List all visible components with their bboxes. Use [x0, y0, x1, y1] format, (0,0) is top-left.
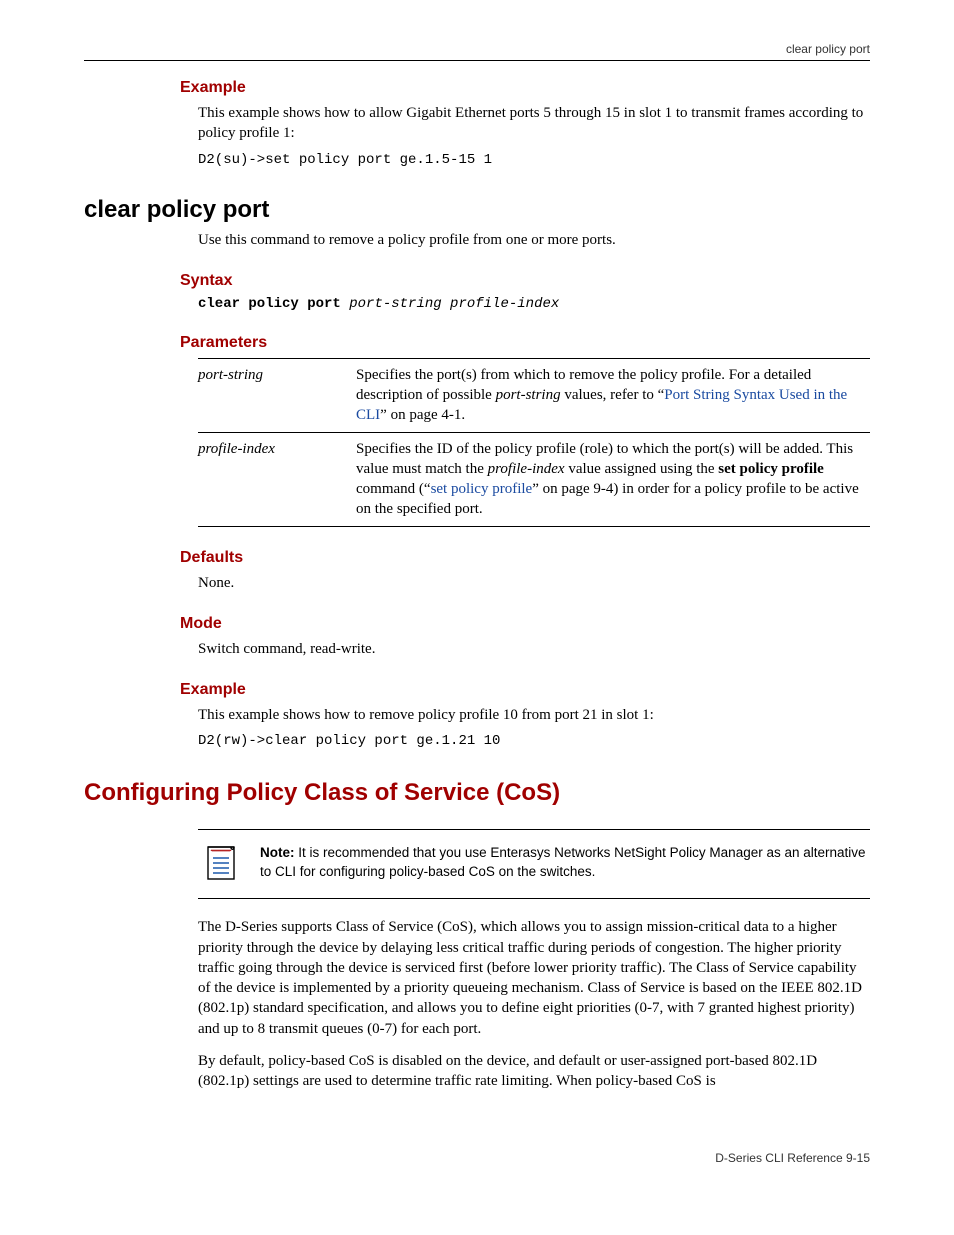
cos-paragraph-1: The D-Series supports Class of Service (… — [198, 917, 870, 1039]
note-text: Note: It is recommended that you use Ent… — [246, 844, 870, 882]
param-text: command (“ — [356, 481, 431, 497]
cross-ref-link[interactable]: set policy profile — [431, 481, 533, 497]
parameters-heading: Parameters — [180, 334, 870, 352]
param-term: port-string — [198, 358, 356, 432]
table-row: profile-index Specifies the ID of the po… — [198, 432, 870, 526]
defaults-heading: Defaults — [180, 549, 870, 567]
defaults-text: None. — [198, 573, 870, 593]
section-title: Configuring Policy Class of Service (CoS… — [84, 779, 870, 807]
param-italic: port-string — [496, 387, 561, 403]
note-label: Note: — [260, 845, 295, 860]
page-footer: D-Series CLI Reference 9-15 — [84, 1151, 870, 1165]
note-body: It is recommended that you use Enterasys… — [260, 845, 866, 879]
param-text: value assigned using the — [565, 461, 719, 477]
syntax-bold: clear policy port — [198, 296, 349, 312]
command-intro: Use this command to remove a policy prof… — [198, 230, 870, 250]
example-text-2: This example shows how to remove policy … — [198, 705, 870, 725]
mode-text: Switch command, read-write. — [198, 639, 870, 659]
param-desc: Specifies the ID of the policy profile (… — [356, 432, 870, 526]
example-code-1: D2(su)->set policy port ge.1.5-15 1 — [198, 152, 870, 168]
syntax-italic: port-string profile-index — [349, 296, 559, 312]
note-icon — [198, 844, 246, 884]
param-italic: profile-index — [488, 461, 565, 477]
parameters-table: port-string Specifies the port(s) from w… — [198, 358, 870, 527]
syntax-line: clear policy port port-string profile-in… — [198, 296, 870, 312]
mode-heading: Mode — [180, 615, 870, 633]
header-rule — [84, 60, 870, 61]
example-heading-1: Example — [180, 79, 870, 97]
param-text: ” on page 4-1. — [380, 407, 465, 423]
syntax-heading: Syntax — [180, 272, 870, 290]
note-box: Note: It is recommended that you use Ent… — [198, 829, 870, 899]
cos-paragraph-2: By default, policy-based CoS is disabled… — [198, 1051, 870, 1092]
page: clear policy port Example This example s… — [0, 0, 954, 1205]
example-text-1: This example shows how to allow Gigabit … — [198, 103, 870, 144]
table-row: port-string Specifies the port(s) from w… — [198, 358, 870, 432]
command-title: clear policy port — [84, 196, 870, 224]
param-term: profile-index — [198, 432, 356, 526]
param-desc: Specifies the port(s) from which to remo… — [356, 358, 870, 432]
example-heading-2: Example — [180, 681, 870, 699]
param-text: values, refer to “ — [561, 387, 665, 403]
example-code-2: D2(rw)->clear policy port ge.1.21 10 — [198, 733, 870, 749]
param-bold: set policy profile — [718, 461, 824, 477]
running-header: clear policy port — [84, 42, 870, 60]
